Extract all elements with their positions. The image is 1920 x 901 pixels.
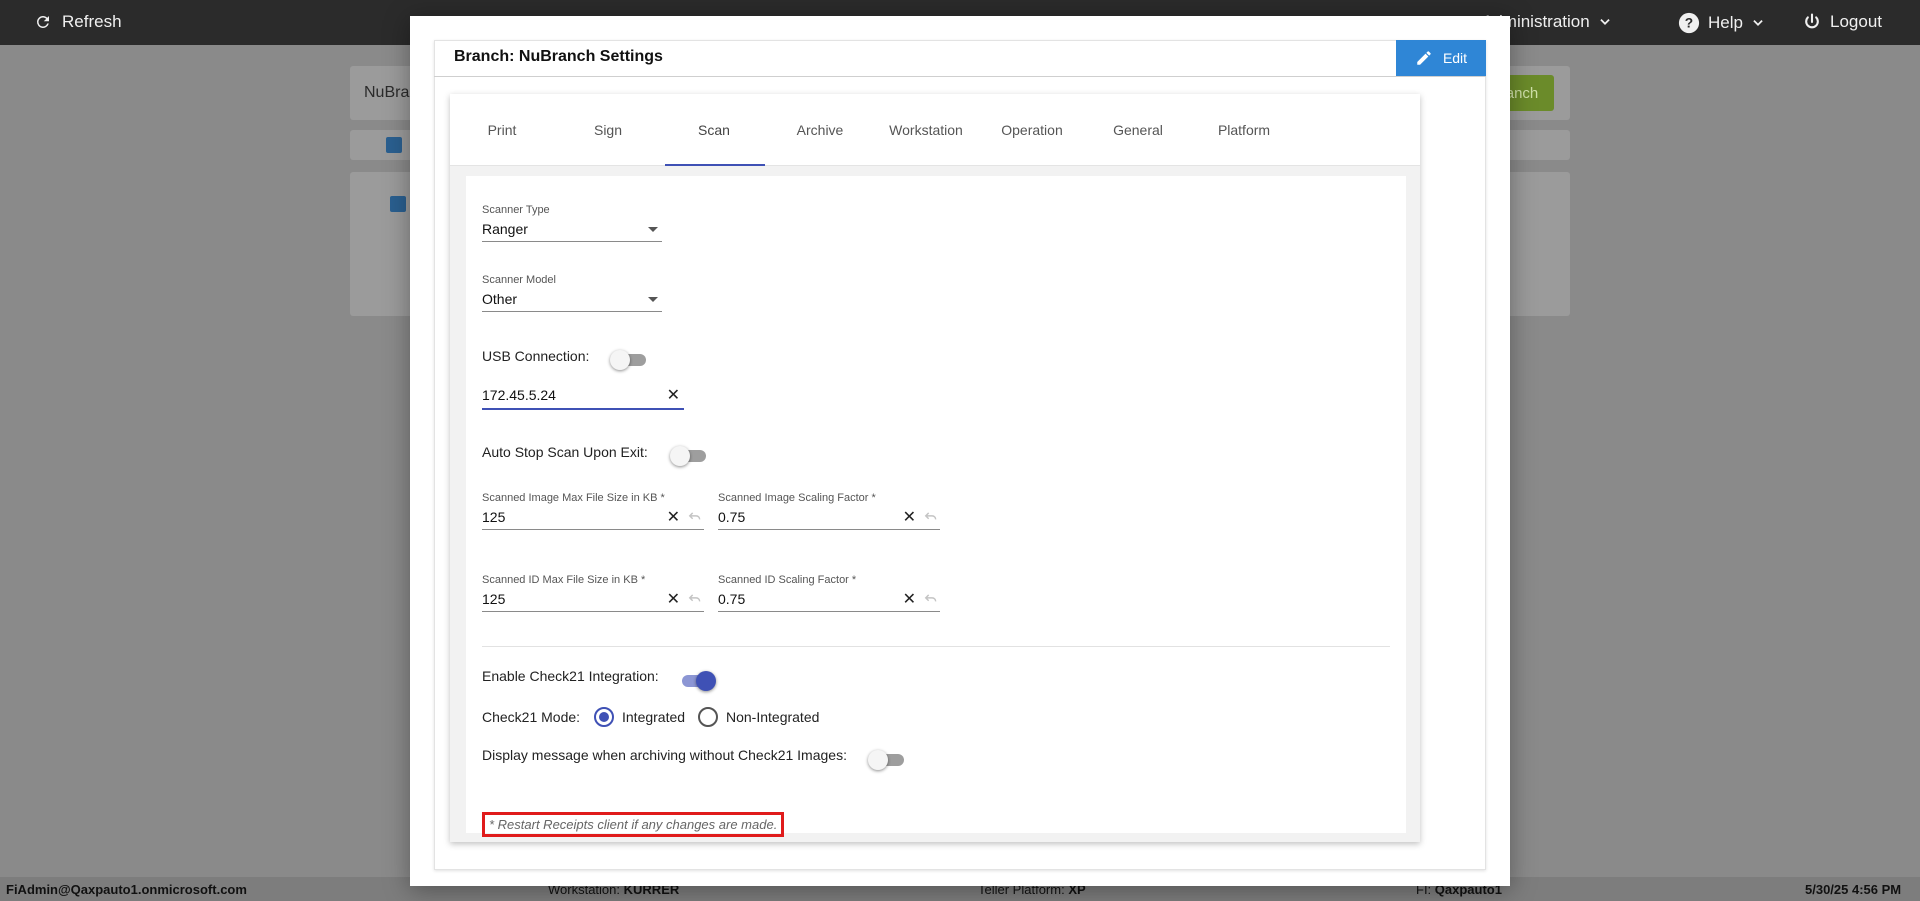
id-scaling-value: 0.75 xyxy=(718,591,746,607)
chevron-down-icon xyxy=(1753,20,1763,26)
tab-scan[interactable]: Scan xyxy=(664,94,764,166)
close-icon[interactable]: ✕ xyxy=(903,507,916,527)
refresh-button[interactable]: Refresh xyxy=(34,12,122,32)
mode-non-integrated-radio[interactable] xyxy=(698,707,718,727)
title-divider xyxy=(434,76,1486,77)
scanner-model-label: Scanner Model xyxy=(482,274,556,286)
power-icon xyxy=(1805,13,1819,29)
close-icon[interactable]: ✕ xyxy=(667,507,680,527)
mode-integrated-radio[interactable] xyxy=(594,707,614,727)
branch-settings-dialog: Branch: NuBranch Settings Edit Print Sig… xyxy=(410,16,1510,886)
background-row-checkbox xyxy=(390,196,406,212)
scan-settings-form: Scanner Type Ranger Scanner Model Other … xyxy=(466,176,1406,837)
edit-label: Edit xyxy=(1442,50,1468,66)
help-menu[interactable]: ? Help xyxy=(1678,12,1765,34)
edit-button[interactable]: Edit xyxy=(1396,40,1486,76)
id-max-size-input[interactable]: 125 ✕ xyxy=(482,588,704,612)
background-add-branch-label: anch xyxy=(1505,84,1539,102)
scanner-model-value: Other xyxy=(482,291,518,307)
scanner-type-select[interactable]: Ranger xyxy=(482,218,662,242)
scanner-type-label: Scanner Type xyxy=(482,204,550,216)
usb-connection-label: USB Connection: xyxy=(482,348,590,364)
tab-workstation[interactable]: Workstation xyxy=(876,94,976,166)
svg-text:?: ? xyxy=(1685,16,1693,31)
check21-toggle[interactable] xyxy=(678,671,716,691)
id-scaling-label: Scanned ID Scaling Factor * xyxy=(718,574,857,586)
ip-address-value: 172.45.5.24 xyxy=(482,387,556,403)
image-scaling-label: Scanned Image Scaling Factor * xyxy=(718,492,876,504)
id-max-size-label: Scanned ID Max File Size in KB * xyxy=(482,574,646,586)
tab-bar: Print Sign Scan Archive Workstation Oper… xyxy=(450,94,1420,166)
tab-print[interactable]: Print xyxy=(452,94,552,166)
refresh-label: Refresh xyxy=(62,12,122,31)
display-message-label: Display message when archiving without C… xyxy=(482,747,847,763)
id-max-size-value: 125 xyxy=(482,591,506,607)
image-max-size-value: 125 xyxy=(482,509,506,525)
dialog-title: Branch: NuBranch Settings xyxy=(454,48,663,65)
status-user: FiAdmin@Qaxpauto1.onmicrosoft.com xyxy=(6,882,247,897)
undo-icon[interactable] xyxy=(688,510,702,526)
dropdown-caret-icon xyxy=(648,297,658,302)
close-icon[interactable]: ✕ xyxy=(667,385,680,405)
undo-icon[interactable] xyxy=(924,592,938,608)
help-circle-icon: ? xyxy=(1678,12,1700,34)
ip-address-input[interactable]: 172.45.5.24 ✕ xyxy=(482,384,684,410)
section-divider xyxy=(482,646,1390,647)
scanner-model-select[interactable]: Other xyxy=(482,288,662,312)
close-icon[interactable]: ✕ xyxy=(903,589,916,609)
usb-connection-toggle[interactable] xyxy=(610,350,646,370)
refresh-icon xyxy=(36,15,49,28)
auto-stop-toggle[interactable] xyxy=(670,446,706,466)
tab-platform[interactable]: Platform xyxy=(1194,94,1294,166)
tab-operation[interactable]: Operation xyxy=(982,94,1082,166)
check21-mode-label: Check21 Mode: xyxy=(482,709,581,725)
auto-stop-label: Auto Stop Scan Upon Exit: xyxy=(482,444,648,460)
id-scaling-input[interactable]: 0.75 ✕ xyxy=(718,588,940,612)
close-icon[interactable]: ✕ xyxy=(667,589,680,609)
settings-card: Print Sign Scan Archive Workstation Oper… xyxy=(450,94,1420,842)
mode-integrated-label: Integrated xyxy=(622,709,686,725)
tab-general[interactable]: General xyxy=(1088,94,1188,166)
image-max-size-label: Scanned Image Max File Size in KB * xyxy=(482,492,665,504)
tab-archive[interactable]: Archive xyxy=(770,94,870,166)
background-search-value: NuBra xyxy=(364,84,410,101)
check21-label: Enable Check21 Integration: xyxy=(482,668,659,684)
image-scaling-value: 0.75 xyxy=(718,509,746,525)
restart-note: * Restart Receipts client if any changes… xyxy=(482,812,785,837)
mode-non-integrated-label: Non-Integrated xyxy=(726,709,820,725)
active-tab-indicator xyxy=(665,164,765,166)
undo-icon[interactable] xyxy=(924,510,938,526)
dropdown-caret-icon xyxy=(648,227,658,232)
tab-sign[interactable]: Sign xyxy=(558,94,658,166)
image-max-size-input[interactable]: 125 ✕ xyxy=(482,506,704,530)
status-datetime: 5/30/25 4:56 PM xyxy=(1805,882,1902,897)
display-message-toggle[interactable] xyxy=(868,750,904,770)
scanner-type-value: Ranger xyxy=(482,221,528,237)
pencil-icon xyxy=(1417,51,1431,65)
undo-icon[interactable] xyxy=(688,592,702,608)
image-scaling-input[interactable]: 0.75 ✕ xyxy=(718,506,940,530)
background-checkbox xyxy=(386,137,402,153)
chevron-down-icon xyxy=(1600,19,1610,25)
help-label: Help xyxy=(1708,13,1743,32)
logout-button[interactable]: Logout xyxy=(1802,12,1882,32)
logout-label: Logout xyxy=(1830,12,1882,31)
